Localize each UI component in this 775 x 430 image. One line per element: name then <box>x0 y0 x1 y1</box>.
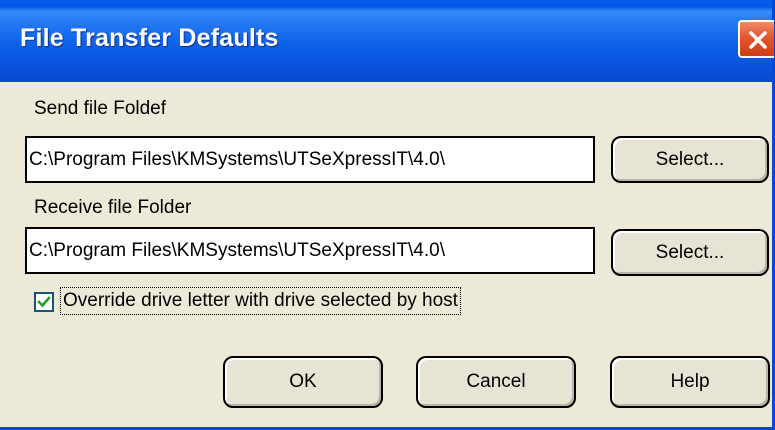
title-bar[interactable]: File Transfer Defaults <box>0 0 774 82</box>
send-folder-input[interactable]: C:\Program Files\KMSystems\UTSeXpressIT\… <box>25 136 595 183</box>
receive-select-button[interactable]: Select... <box>611 229 769 276</box>
send-select-button[interactable]: Select... <box>611 136 769 183</box>
close-button[interactable] <box>738 20 774 58</box>
ok-button[interactable]: OK <box>223 356 383 408</box>
override-drive-checkbox[interactable] <box>34 292 54 312</box>
send-folder-label: Send file Foldef <box>34 98 167 119</box>
receive-folder-input[interactable]: C:\Program Files\KMSystems\UTSeXpressIT\… <box>25 227 595 274</box>
checkmark-icon <box>37 296 51 308</box>
help-button[interactable]: Help <box>610 356 770 408</box>
override-drive-label[interactable]: Override drive letter with drive selecte… <box>60 287 461 315</box>
close-x-icon <box>749 31 767 49</box>
receive-folder-label: Receive file Folder <box>34 197 192 218</box>
cancel-button[interactable]: Cancel <box>416 356 576 408</box>
dialog-window: File Transfer Defaults Send file Foldef … <box>0 0 775 430</box>
dialog-title: File Transfer Defaults <box>20 24 279 52</box>
